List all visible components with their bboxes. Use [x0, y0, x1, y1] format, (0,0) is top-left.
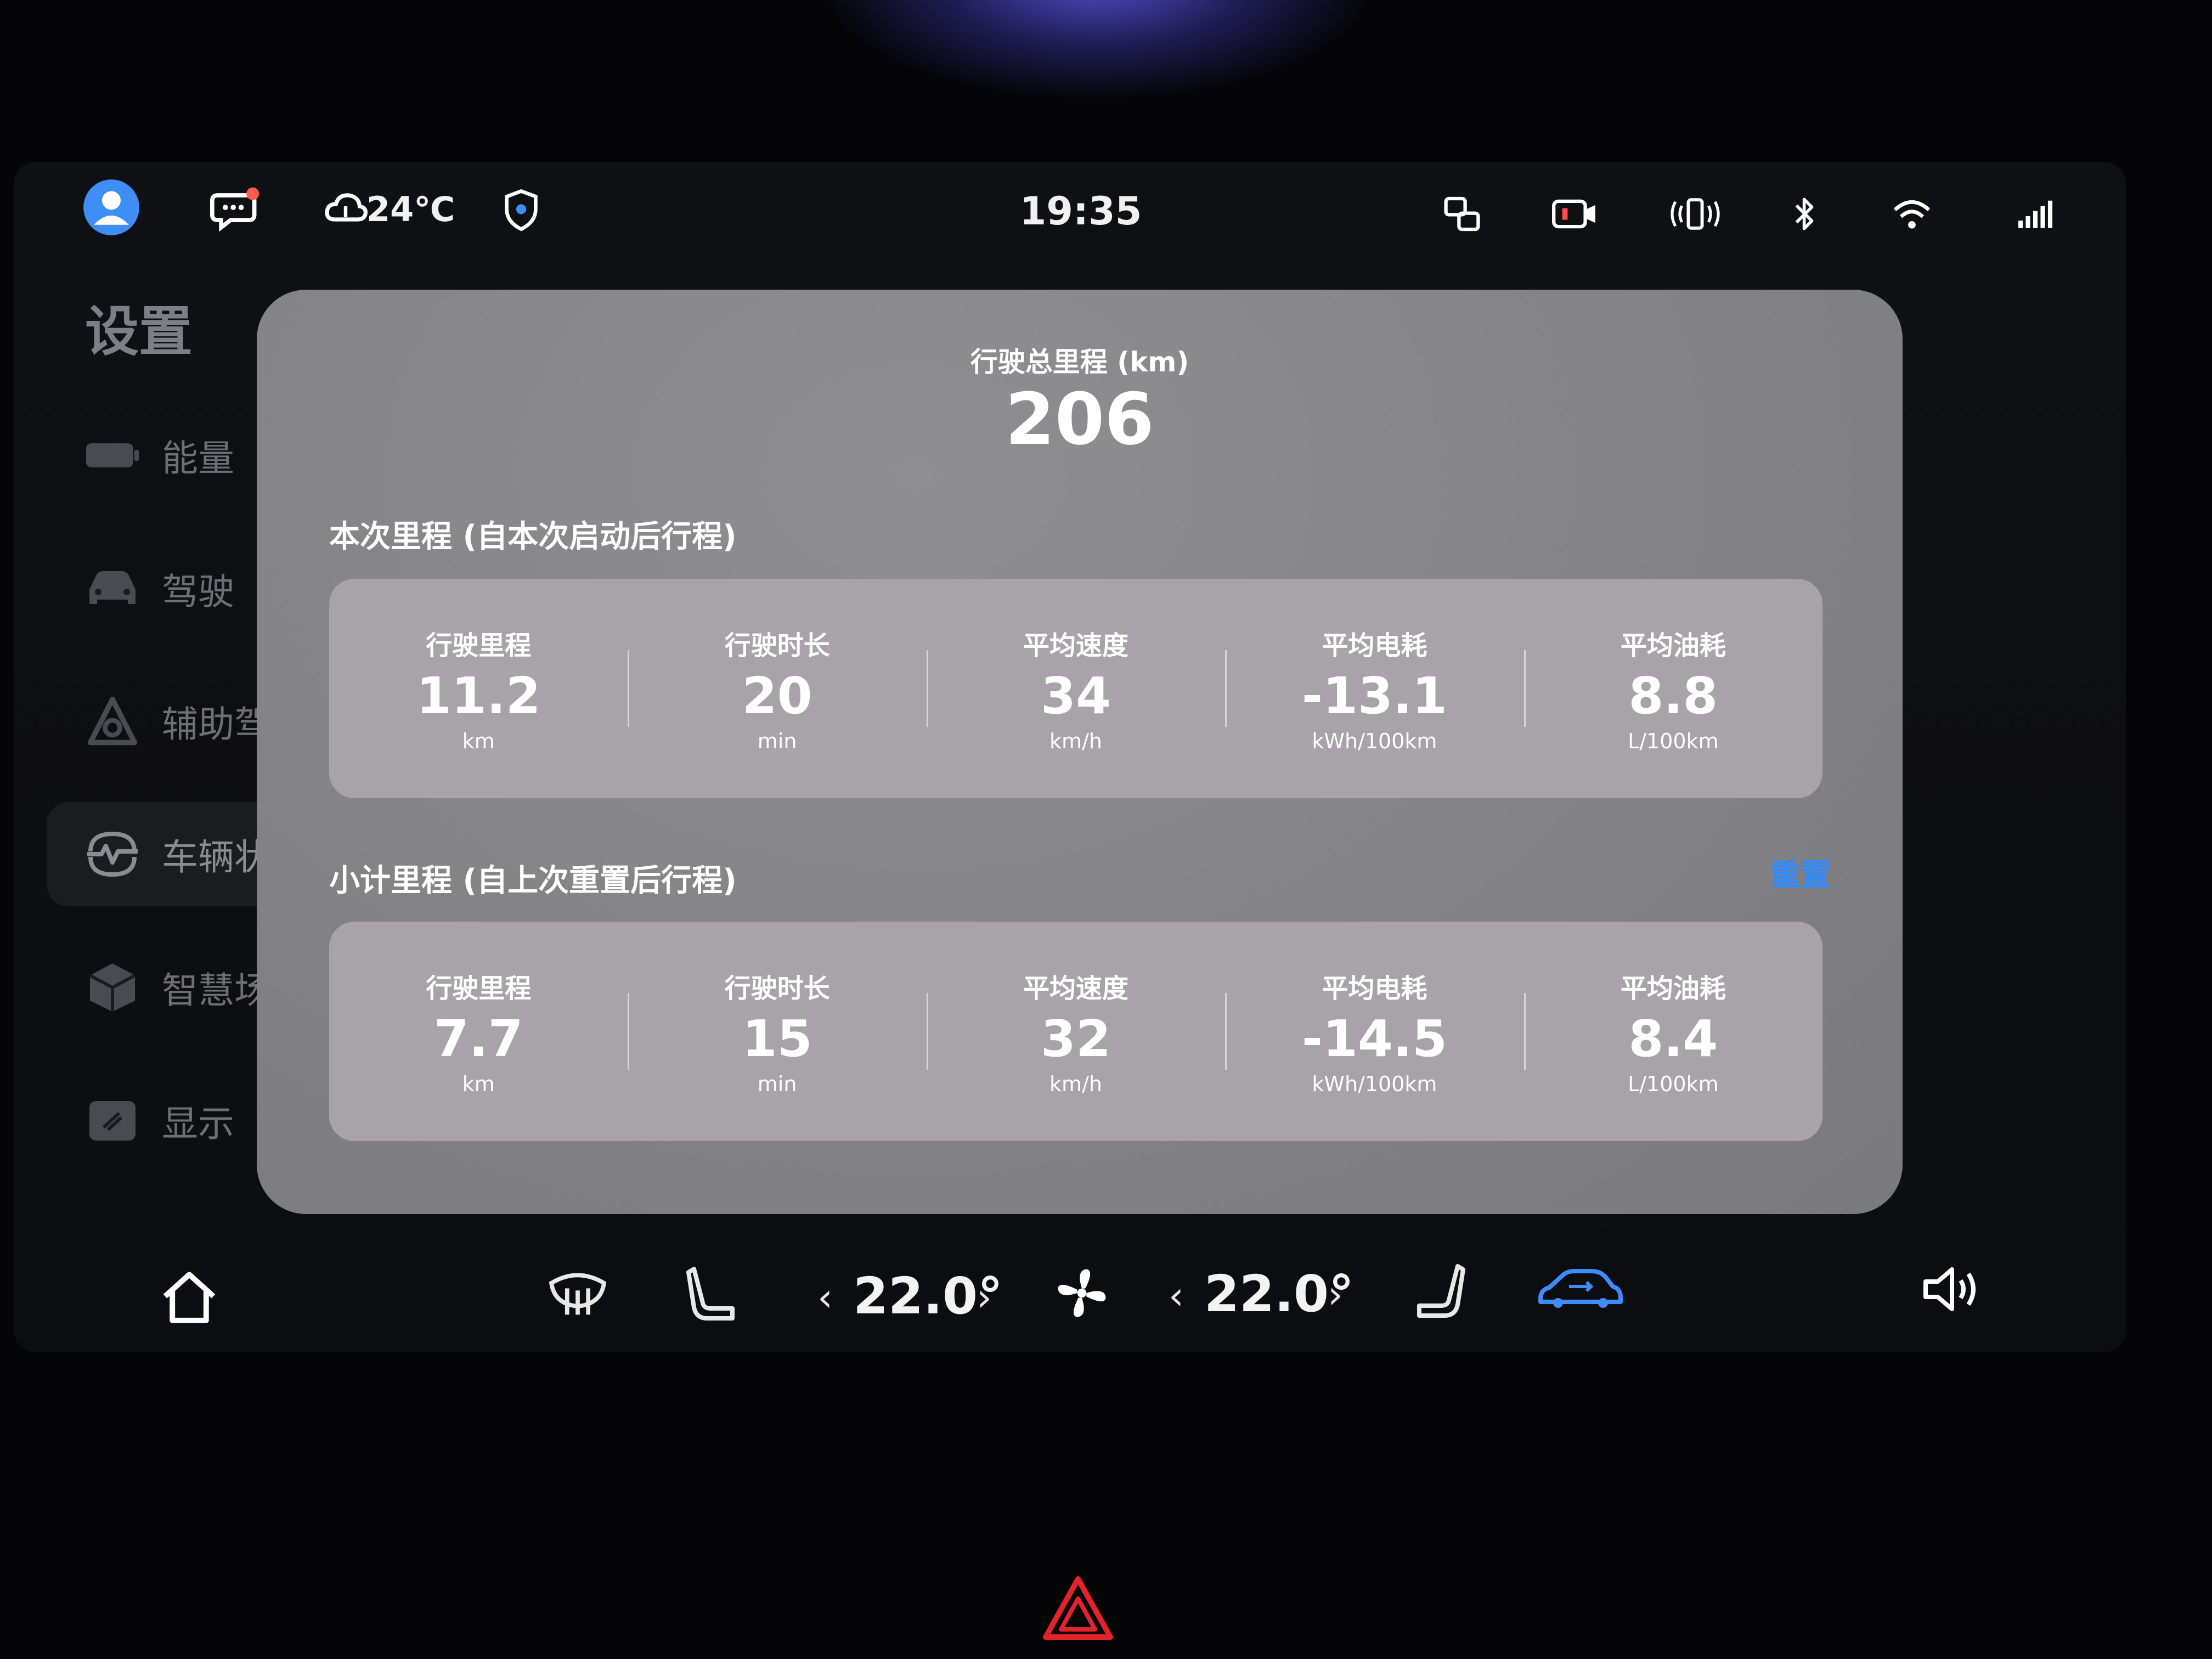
- right-temp-increase-button[interactable]: ›: [1328, 1267, 1343, 1322]
- subtotal-avg-fuel: 平均油耗 8.4 L/100km: [1523, 922, 1822, 1141]
- metric-unit: km: [462, 1072, 495, 1096]
- metric-unit: L/100km: [1628, 729, 1719, 753]
- current-trip-card: 行驶里程 11.2 km 行驶时长 20 min 平均速度 34 km/h 平均…: [329, 579, 1822, 798]
- metric-label: 平均电耗: [1322, 973, 1427, 1004]
- assist-icon: [80, 695, 145, 748]
- sidebar-item-label: 能量: [162, 437, 234, 479]
- air-recirculation-icon[interactable]: [1536, 1265, 1629, 1319]
- metric-value: 11.2: [416, 667, 541, 725]
- metric-value: 8.4: [1628, 1009, 1718, 1068]
- metric-value: 7.7: [433, 1009, 523, 1068]
- car-icon: [80, 568, 145, 610]
- right-temp-decrease-button[interactable]: ‹: [1169, 1268, 1184, 1323]
- metric-unit: km: [462, 729, 495, 753]
- total-mileage-value: 206: [1005, 377, 1154, 461]
- total-mileage-label: 行驶总里程 (km): [970, 346, 1189, 378]
- metric-value: 20: [742, 667, 812, 725]
- metric-unit: min: [757, 729, 797, 753]
- subtotal-trip-card: 行驶里程 7.7 km 行驶时长 15 min 平均速度 32 km/h 平均电…: [329, 922, 1822, 1141]
- screen-mirror-icon[interactable]: [1437, 192, 1487, 236]
- display-icon: [80, 1099, 145, 1143]
- metric-unit: kWh/100km: [1312, 729, 1437, 753]
- sidebar-item-driving[interactable]: 驾驶: [47, 537, 277, 641]
- metric-label: 平均速度: [1023, 630, 1129, 661]
- subtotal-duration: 行驶时长 15 min: [628, 922, 926, 1141]
- metric-label: 行驶时长: [724, 973, 830, 1004]
- current-trip-title: 本次里程 (自本次启动后行程): [329, 519, 737, 555]
- weather-cloud-icon[interactable]: [324, 187, 368, 230]
- vibration-phone-icon[interactable]: [1668, 192, 1723, 236]
- subtotal-trip-title: 小计里程 (自上次重置后行程): [329, 863, 737, 899]
- wifi-icon[interactable]: [1887, 192, 1937, 236]
- metric-unit: km/h: [1049, 729, 1102, 753]
- trip-info-dialog: 行驶总里程 (km) 206 本次里程 (自本次启动后行程) 行驶里程 11.2…: [257, 290, 1903, 1214]
- subtotal-avg-power: 平均电耗 -14.5 kWh/100km: [1225, 922, 1523, 1141]
- subtotal-distance: 行驶里程 7.7 km: [329, 922, 628, 1141]
- metric-unit: L/100km: [1628, 1072, 1719, 1096]
- current-distance: 行驶里程 11.2 km: [329, 579, 628, 798]
- sidebar-item-assist-driving[interactable]: 辅助驾: [47, 669, 277, 774]
- left-temp-decrease-button[interactable]: ‹: [817, 1270, 833, 1325]
- sidebar-item-label: 驾驶: [162, 571, 234, 613]
- metric-unit: min: [757, 1072, 797, 1096]
- sidebar-item-display[interactable]: 显示: [47, 1069, 277, 1173]
- metric-unit: kWh/100km: [1312, 1072, 1437, 1096]
- metric-value: 15: [742, 1009, 812, 1068]
- metric-label: 平均油耗: [1620, 973, 1726, 1004]
- left-seat-heat-icon[interactable]: [686, 1265, 741, 1330]
- user-avatar-icon[interactable]: [82, 178, 140, 236]
- metric-unit: km/h: [1049, 1072, 1102, 1096]
- current-avg-speed: 平均速度 34 km/h: [926, 579, 1225, 798]
- current-duration: 行驶时长 20 min: [628, 579, 926, 798]
- clock-time: 19:35: [1019, 189, 1142, 234]
- reset-button[interactable]: 重置: [1770, 850, 1831, 895]
- left-temp-increase-button[interactable]: ›: [977, 1270, 992, 1325]
- metric-value: 32: [1041, 1009, 1111, 1068]
- metric-label: 平均速度: [1023, 973, 1129, 1004]
- hazard-warning-icon[interactable]: [1042, 1576, 1114, 1643]
- weather-temperature: 24℃: [366, 189, 455, 229]
- metric-label: 平均电耗: [1322, 630, 1427, 661]
- cube-icon: [80, 961, 145, 1014]
- metric-value: 34: [1041, 667, 1111, 725]
- rear-defrost-icon[interactable]: [546, 1267, 612, 1328]
- right-seat-heat-icon[interactable]: [1415, 1262, 1470, 1328]
- settings-title: 设置: [85, 301, 193, 363]
- metric-label: 行驶时长: [724, 630, 830, 661]
- dashcam-icon[interactable]: [1547, 192, 1602, 236]
- shield-icon[interactable]: [499, 187, 543, 234]
- sidebar-item-energy[interactable]: 能量: [47, 403, 277, 507]
- message-icon[interactable]: [208, 181, 263, 236]
- cellular-signal-icon[interactable]: [2011, 192, 2060, 236]
- volume-icon[interactable]: [1920, 1262, 1991, 1322]
- sidebar-item-smart-scene[interactable]: 智慧场: [47, 935, 277, 1040]
- metric-label: 行驶里程: [426, 630, 532, 661]
- metric-value: -13.1: [1301, 667, 1448, 725]
- home-icon[interactable]: [159, 1267, 225, 1333]
- metric-value: 8.8: [1628, 667, 1718, 725]
- metric-label: 平均油耗: [1620, 630, 1726, 661]
- metric-value: -14.5: [1301, 1009, 1448, 1068]
- sidebar-item-label: 智慧场: [162, 969, 270, 1012]
- battery-icon: [80, 440, 145, 471]
- vehicle-status-icon: [80, 830, 145, 879]
- ambient-light-glow: [823, 0, 1372, 99]
- current-avg-power: 平均电耗 -13.1 kWh/100km: [1225, 579, 1523, 798]
- metric-label: 行驶里程: [426, 973, 532, 1004]
- sidebar-item-label: 辅助驾: [162, 703, 270, 746]
- bluetooth-icon[interactable]: [1783, 192, 1827, 236]
- sidebar-item-label: 车辆状: [162, 836, 270, 878]
- current-avg-fuel: 平均油耗 8.8 L/100km: [1523, 579, 1822, 798]
- sidebar-item-label: 显示: [162, 1103, 234, 1145]
- fan-icon[interactable]: [1053, 1265, 1114, 1325]
- subtotal-avg-speed: 平均速度 32 km/h: [926, 922, 1225, 1141]
